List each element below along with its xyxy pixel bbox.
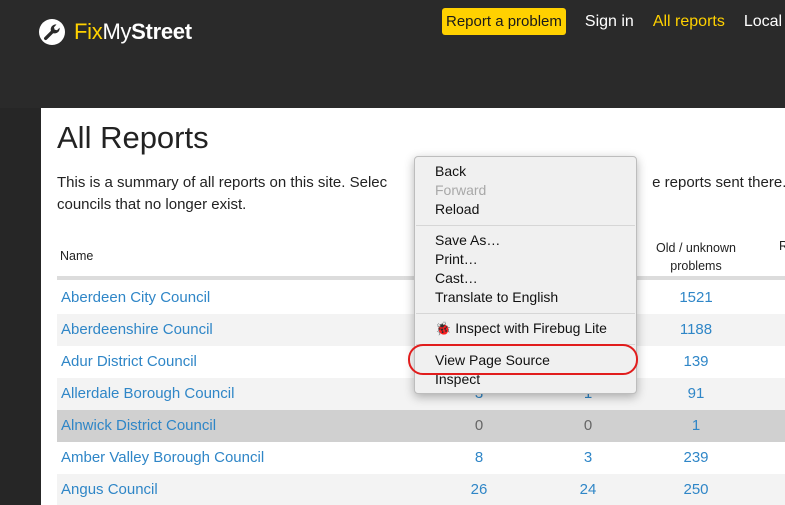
old-count-cell[interactable]: 250: [666, 474, 726, 505]
menu-item-forward: Forward: [435, 182, 487, 198]
council-link[interactable]: Aberdeen City Council: [61, 282, 210, 314]
council-link[interactable]: Allerdale Borough Council: [61, 378, 234, 410]
menu-item-cast[interactable]: Cast…: [435, 269, 478, 288]
site-header: FixMyStreet Report a problem Sign in All…: [0, 0, 785, 108]
count-cell[interactable]: 8: [449, 442, 509, 474]
main-content: All Reports This is a summary of all rep…: [41, 108, 785, 505]
table-row: Angus Council 26 24 250: [57, 474, 785, 505]
column-header-old-line1: Old / unknown: [656, 241, 736, 255]
old-count-cell[interactable]: 1: [666, 410, 726, 442]
page-title: All Reports: [57, 120, 209, 155]
old-count-cell[interactable]: 91: [666, 378, 726, 410]
nav-sign-in[interactable]: Sign in: [585, 13, 634, 31]
menu-item-reload[interactable]: Reload: [435, 200, 479, 219]
report-problem-button[interactable]: Report a problem: [442, 8, 566, 35]
nav-local-alerts[interactable]: Local al: [744, 13, 785, 31]
council-link[interactable]: Amber Valley Borough Council: [61, 442, 264, 474]
council-link[interactable]: Angus Council: [61, 474, 158, 505]
table-row: Amber Valley Borough Council 8 3 239: [57, 442, 785, 474]
old-count-cell[interactable]: 139: [666, 346, 726, 378]
council-link[interactable]: Aberdeenshire Council: [61, 314, 213, 346]
menu-item-save-as[interactable]: Save As…: [435, 231, 500, 250]
council-link[interactable]: Adur District Council: [61, 346, 197, 378]
logo-text: FixMyStreet: [74, 19, 192, 45]
old-count-cell[interactable]: 1521: [666, 282, 726, 314]
firebug-icon: 🐞: [435, 321, 452, 336]
menu-item-firebug[interactable]: 🐞 Inspect with Firebug Lite: [435, 319, 607, 338]
wrench-icon: [39, 19, 65, 45]
nav-all-reports[interactable]: All reports: [653, 13, 725, 31]
intro-line1-tail: e reports sent there. C: [652, 174, 785, 191]
old-count-cell[interactable]: 1188: [666, 314, 726, 346]
count-cell: 0: [583, 417, 593, 434]
column-header-old-unknown[interactable]: Old / unknown problems: [647, 239, 745, 275]
column-header-r[interactable]: R: [779, 239, 785, 253]
menu-item-back[interactable]: Back: [435, 162, 466, 181]
view-source-highlight-ring: [408, 344, 638, 375]
intro-line2: councils that no longer exist.: [57, 196, 247, 213]
menu-item-firebug-label: Inspect with Firebug Lite: [455, 320, 607, 336]
intro-line1: This is a summary of all reports on this…: [57, 174, 388, 191]
count-cell: 0: [474, 417, 484, 434]
menu-item-print[interactable]: Print…: [435, 250, 478, 269]
logo-street: Street: [131, 19, 192, 44]
count-cell[interactable]: 26: [449, 474, 509, 505]
table-row-hovered: Alnwick District Council 0 0 1: [57, 410, 785, 442]
menu-item-translate[interactable]: Translate to English: [435, 288, 558, 307]
logo-fix: Fix: [74, 19, 103, 44]
council-link[interactable]: Alnwick District Council: [61, 410, 216, 442]
menu-separator: [416, 313, 635, 314]
menu-separator: [416, 225, 635, 226]
logo-my: My: [102, 19, 132, 44]
column-header-name[interactable]: Name: [60, 249, 93, 263]
fixmystreet-logo[interactable]: FixMyStreet: [38, 18, 192, 46]
main-nav: Report a problem Sign in All reports Loc…: [442, 8, 785, 35]
count-cell[interactable]: 3: [558, 442, 618, 474]
count-cell[interactable]: 24: [558, 474, 618, 505]
old-count-cell[interactable]: 239: [666, 442, 726, 474]
column-header-old-line2: problems: [670, 259, 722, 273]
